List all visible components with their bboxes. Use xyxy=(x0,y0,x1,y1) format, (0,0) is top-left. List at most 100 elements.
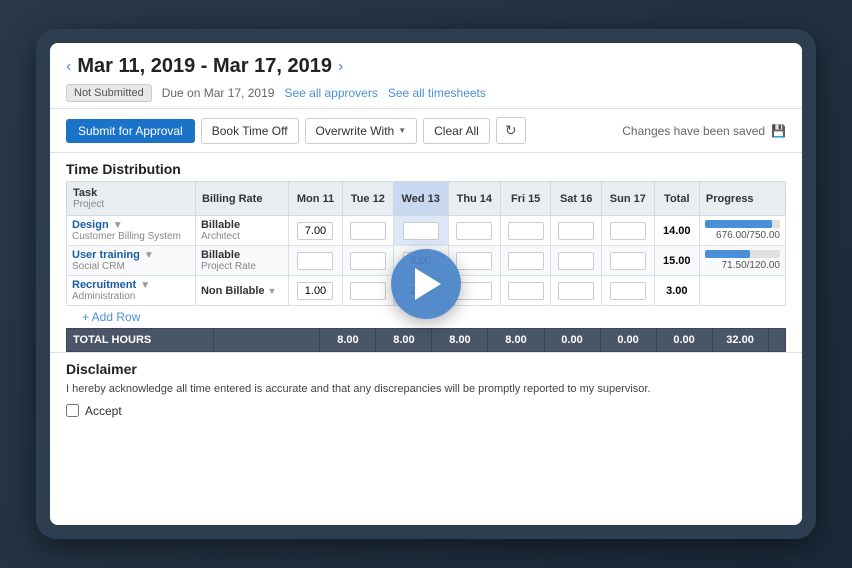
clear-all-button[interactable]: Clear All xyxy=(423,118,490,144)
task-cell-design: Design ▼ Customer Billing System xyxy=(67,216,196,246)
totals-table: TOTAL HOURS 8.00 8.00 8.00 8.00 0.00 0.0… xyxy=(66,328,786,352)
totals-billing xyxy=(213,329,320,352)
wed-cell-design xyxy=(393,216,448,246)
disclaimer-section: Disclaimer I hereby acknowledge all time… xyxy=(50,352,802,426)
table-row: Design ▼ Customer Billing System Billabl… xyxy=(67,216,786,246)
tue-input-design[interactable] xyxy=(350,222,386,240)
progress-bar-bg-training xyxy=(705,250,780,258)
billing-cell-recruitment: Non Billable ▼ xyxy=(195,276,288,306)
accept-label: Accept xyxy=(85,404,122,418)
total-cell-recruitment: 3.00 xyxy=(654,276,699,306)
col-thu: Thu 14 xyxy=(448,182,500,216)
billing-cell-training: Billable Project Rate xyxy=(195,246,288,276)
task-dropdown-arrow-recruitment[interactable]: ▼ xyxy=(140,280,150,291)
book-time-off-button[interactable]: Book Time Off xyxy=(201,118,299,144)
task-project-design: Customer Billing System xyxy=(72,231,190,242)
billing-type-recruitment: Non Billable xyxy=(201,285,265,297)
tue-cell-design xyxy=(343,216,394,246)
totals-fri: 0.00 xyxy=(544,329,600,352)
sat-input-recruitment[interactable] xyxy=(558,282,594,300)
billing-type-design: Billable xyxy=(201,219,283,231)
prev-arrow[interactable]: ‹ xyxy=(66,58,71,76)
col-fri: Fri 15 xyxy=(500,182,551,216)
table-header-row: Task Project Billing Rate Mon 11 Tue 12 … xyxy=(67,182,786,216)
progress-label-design: 676.00/750.00 xyxy=(705,230,780,241)
play-triangle-icon xyxy=(415,268,441,300)
totals-label: TOTAL HOURS xyxy=(67,329,214,352)
col-billing-rate: Billing Rate xyxy=(195,182,288,216)
fri-input-training[interactable] xyxy=(508,252,544,270)
thu-input-recruitment[interactable] xyxy=(456,282,492,300)
mon-cell-design xyxy=(288,216,342,246)
overwrite-dropdown-arrow: ▼ xyxy=(398,126,406,135)
col-tue: Tue 12 xyxy=(343,182,394,216)
task-dropdown-arrow-design[interactable]: ▼ xyxy=(113,220,123,231)
sun-input-design[interactable] xyxy=(610,222,646,240)
totals-total: 32.00 xyxy=(712,329,768,352)
tue-input-recruitment[interactable] xyxy=(350,282,386,300)
thu-input-training[interactable] xyxy=(456,252,492,270)
play-button-overlay[interactable] xyxy=(391,249,461,319)
overwrite-with-button[interactable]: Overwrite With ▼ xyxy=(305,118,418,144)
mon-cell-training xyxy=(288,246,342,276)
mon-input-design[interactable] xyxy=(297,222,333,240)
progress-label-training: 71.50/120.00 xyxy=(705,260,780,271)
sun-input-training[interactable] xyxy=(610,252,646,270)
progress-cell-recruitment xyxy=(699,276,785,306)
progress-cell-design: 676.00/750.00 xyxy=(699,216,785,246)
col-wed: Wed 13 xyxy=(393,182,448,216)
submit-approval-button[interactable]: Submit for Approval xyxy=(66,119,195,143)
totals-progress xyxy=(768,329,785,352)
screen: ‹ Mar 11, 2019 - Mar 17, 2019 › Not Subm… xyxy=(50,43,802,525)
task-name-recruitment: Recruitment xyxy=(72,279,136,291)
refresh-button[interactable]: ↻ xyxy=(496,117,526,144)
totals-row: TOTAL HOURS 8.00 8.00 8.00 8.00 0.00 0.0… xyxy=(67,329,786,352)
disclaimer-text: I hereby acknowledge all time entered is… xyxy=(66,381,786,398)
accept-row: Accept xyxy=(66,404,786,418)
progress-bar-fill-design xyxy=(705,220,773,228)
header: ‹ Mar 11, 2019 - Mar 17, 2019 › Not Subm… xyxy=(50,43,802,109)
progress-bar-fill-training xyxy=(705,250,750,258)
billing-sub-design: Architect xyxy=(201,231,283,242)
fri-input-recruitment[interactable] xyxy=(508,282,544,300)
toolbar: Submit for Approval Book Time Off Overwr… xyxy=(50,109,802,153)
mon-input-training[interactable] xyxy=(297,252,333,270)
sun-cell-design xyxy=(601,216,654,246)
accept-checkbox[interactable] xyxy=(66,404,79,417)
task-dropdown-arrow-training[interactable]: ▼ xyxy=(144,250,154,261)
sat-input-training[interactable] xyxy=(558,252,594,270)
wed-input-design[interactable] xyxy=(403,222,439,240)
mon-input-recruitment[interactable] xyxy=(297,282,333,300)
totals-mon: 8.00 xyxy=(320,329,376,352)
thu-cell-design xyxy=(448,216,500,246)
col-total: Total xyxy=(654,182,699,216)
sat-input-design[interactable] xyxy=(558,222,594,240)
date-range-title: Mar 11, 2019 - Mar 17, 2019 xyxy=(77,55,332,78)
col-sun: Sun 17 xyxy=(601,182,654,216)
billing-cell-design: Billable Architect xyxy=(195,216,288,246)
see-all-approvers-link[interactable]: See all approvers xyxy=(284,86,377,100)
progress-container-design: 676.00/750.00 xyxy=(705,220,780,241)
progress-cell-training: 71.50/120.00 xyxy=(699,246,785,276)
mon-cell-recruitment xyxy=(288,276,342,306)
sun-input-recruitment[interactable] xyxy=(610,282,646,300)
task-project-training: Social CRM xyxy=(72,261,190,272)
disclaimer-title: Disclaimer xyxy=(66,361,786,377)
see-all-timesheets-link[interactable]: See all timesheets xyxy=(388,86,486,100)
save-icon: 💾 xyxy=(771,124,786,138)
col-task: Task Project xyxy=(67,182,196,216)
totals-tue: 8.00 xyxy=(376,329,432,352)
sat-cell-training xyxy=(551,246,602,276)
header-meta: Not Submitted Due on Mar 17, 2019 See al… xyxy=(66,84,786,102)
progress-bar-bg-design xyxy=(705,220,780,228)
fri-cell-recruitment xyxy=(500,276,551,306)
billing-dropdown-recruitment[interactable]: ▼ xyxy=(268,286,277,296)
fri-input-design[interactable] xyxy=(508,222,544,240)
billing-sub-training: Project Rate xyxy=(201,261,283,272)
thu-input-design[interactable] xyxy=(456,222,492,240)
tue-input-training[interactable] xyxy=(350,252,386,270)
progress-container-training: 71.50/120.00 xyxy=(705,250,780,271)
sun-cell-training xyxy=(601,246,654,276)
next-arrow[interactable]: › xyxy=(338,58,343,76)
tue-cell-training xyxy=(343,246,394,276)
